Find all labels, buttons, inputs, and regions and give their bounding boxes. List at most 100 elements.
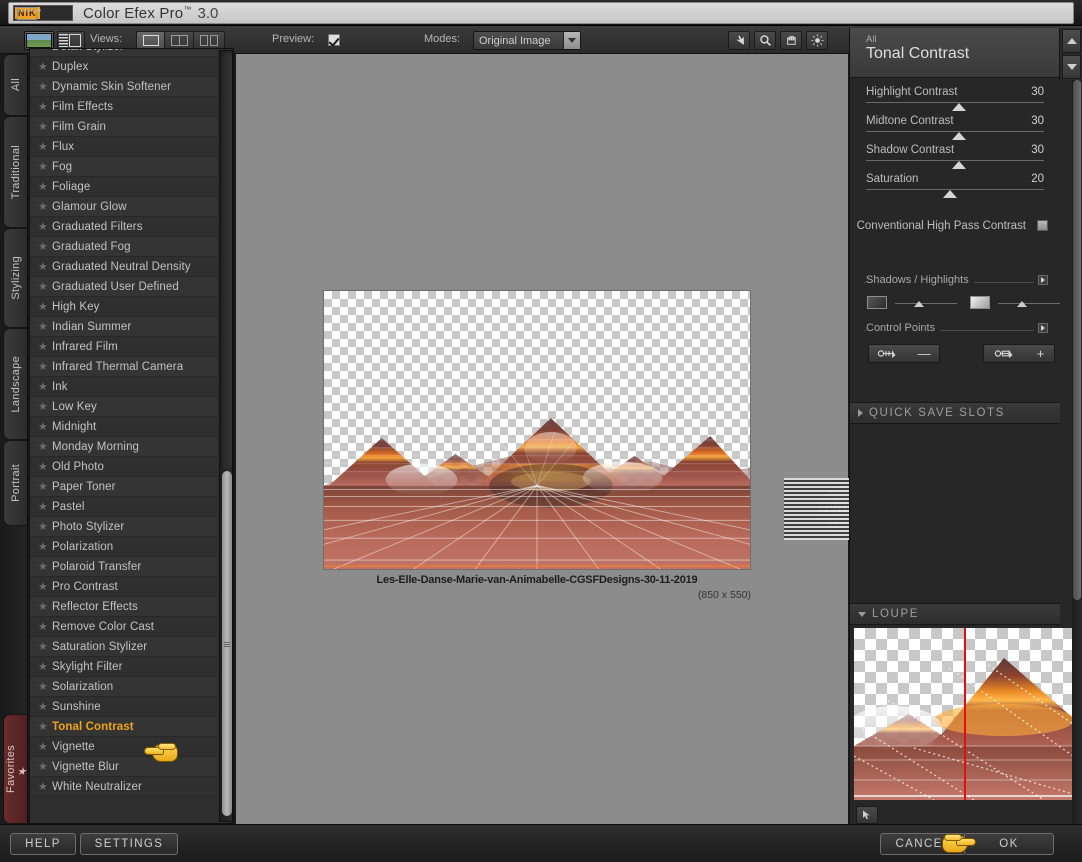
loupe-section-header[interactable]: LOUPE xyxy=(850,603,1060,625)
favorite-star-icon[interactable]: ★ xyxy=(38,560,52,573)
favorite-star-icon[interactable]: ★ xyxy=(38,660,52,673)
filter-list-item[interactable]: ★ Duplex xyxy=(30,57,217,77)
filter-list-item[interactable]: ★ Film Grain xyxy=(30,117,217,137)
shadows-slider-track[interactable] xyxy=(895,303,957,304)
pan-tool-button[interactable] xyxy=(780,31,802,50)
filter-list-item[interactable]: ★ Pastel xyxy=(30,497,217,517)
filter-list-item[interactable]: ★ Fog xyxy=(30,157,217,177)
filter-list-item[interactable]: ★ Graduated Fog xyxy=(30,237,217,257)
filter-list-item[interactable]: ★ Film Effects xyxy=(30,97,217,117)
rail-tab-stylizing[interactable]: Stylizing xyxy=(3,228,27,328)
favorite-star-icon[interactable]: ★ xyxy=(38,80,52,93)
filter-list-item[interactable]: ★ Indian Summer xyxy=(30,317,217,337)
favorite-star-icon[interactable]: ★ xyxy=(38,500,52,513)
favorite-star-icon[interactable]: ★ xyxy=(38,480,52,493)
filter-list-item[interactable]: ★ Sunshine xyxy=(30,697,217,717)
filter-list-item[interactable]: ★ Monday Morning xyxy=(30,437,217,457)
favorite-star-icon[interactable]: ★ xyxy=(38,340,52,353)
filter-list-item[interactable]: ★ Midnight xyxy=(30,417,217,437)
rail-tab-portrait[interactable]: Portrait xyxy=(3,440,27,526)
favorite-star-icon[interactable]: ★ xyxy=(38,420,52,433)
favorite-star-icon[interactable]: ★ xyxy=(38,360,52,373)
favorite-star-icon[interactable]: ★ xyxy=(38,280,52,293)
favorite-star-icon[interactable]: ★ xyxy=(38,260,52,273)
favorite-star-icon[interactable]: ★ xyxy=(38,760,52,773)
filter-list-item[interactable]: ★ Glamour Glow xyxy=(30,197,217,217)
favorite-star-icon[interactable]: ★ xyxy=(38,520,52,533)
filter-list-item[interactable]: ★ Polaroid Transfer xyxy=(30,557,217,577)
favorite-star-icon[interactable]: ★ xyxy=(38,220,52,233)
favorite-star-icon[interactable]: ★ xyxy=(38,580,52,593)
filter-list-item[interactable]: ★ Polarization xyxy=(30,537,217,557)
shadows-highlights-expand-button[interactable] xyxy=(1038,275,1048,285)
favorite-star-icon[interactable]: ★ xyxy=(38,440,52,453)
filter-list-item[interactable]: ★ Old Photo xyxy=(30,457,217,477)
zoom-tool-button[interactable] xyxy=(754,31,776,50)
filter-list-item[interactable]: ★ White Neutralizer xyxy=(30,777,217,797)
filter-list-item[interactable]: ★ Skylight Filter xyxy=(30,657,217,677)
favorite-star-icon[interactable]: ★ xyxy=(38,240,52,253)
favorite-star-icon[interactable]: ★ xyxy=(38,720,52,733)
panel-scrollbar-thumb[interactable] xyxy=(1073,80,1081,600)
shadows-slider-knob[interactable] xyxy=(914,301,924,307)
filter-list-item[interactable]: ★ Reflector Effects xyxy=(30,597,217,617)
view-mode-single-button[interactable] xyxy=(137,32,165,49)
filter-list-item[interactable]: ★ Low Key xyxy=(30,397,217,417)
favorite-star-icon[interactable]: ★ xyxy=(38,380,52,393)
favorite-star-icon[interactable]: ★ xyxy=(38,780,52,793)
favorite-star-icon[interactable]: ★ xyxy=(38,540,52,553)
remove-control-point-button[interactable]: — xyxy=(868,344,940,363)
favorite-star-icon[interactable]: ★ xyxy=(38,120,52,133)
filter-list-item[interactable]: ★ Infrared Thermal Camera xyxy=(30,357,217,377)
favorite-star-icon[interactable]: ★ xyxy=(38,620,52,633)
favorite-star-icon[interactable]: ★ xyxy=(38,100,52,113)
highlights-slider-track[interactable] xyxy=(998,303,1060,304)
filter-list-item[interactable]: ★ High Key xyxy=(30,297,217,317)
loupe-pin-button[interactable] xyxy=(856,806,878,824)
ok-button[interactable]: OK xyxy=(964,833,1054,855)
filter-list-scrollbar[interactable] xyxy=(219,50,233,822)
favorite-star-icon[interactable]: ★ xyxy=(38,160,52,173)
favorite-star-icon[interactable]: ★ xyxy=(38,49,52,53)
rail-tab-favorites[interactable]: Favorites ★ xyxy=(3,714,27,824)
filter-list-item[interactable]: ★ Vignette Blur xyxy=(30,757,217,777)
filter-list-item[interactable]: ★ Remove Color Cast xyxy=(30,617,217,637)
preview-checkbox[interactable] xyxy=(328,34,340,46)
next-filter-button[interactable] xyxy=(1062,55,1081,79)
favorite-star-icon[interactable]: ★ xyxy=(38,300,52,313)
filter-list-item[interactable]: ★ Saturation Stylizer xyxy=(30,637,217,657)
filter-list-item[interactable]: ★ Tonal Contrast xyxy=(30,717,217,737)
filter-list-item[interactable]: ★ Foliage xyxy=(30,177,217,197)
filter-list-item[interactable]: ★ Graduated Neutral Density xyxy=(30,257,217,277)
quick-save-slots-section[interactable]: QUICK SAVE SLOTS xyxy=(850,402,1060,424)
view-mode-split-button[interactable] xyxy=(165,32,194,49)
filter-list-item[interactable]: ★ Infrared Film xyxy=(30,337,217,357)
help-button[interactable]: HELP xyxy=(10,833,76,855)
filter-list-item[interactable]: ★ Paper Toner xyxy=(30,477,217,497)
view-mode-side-by-side-button[interactable] xyxy=(194,32,224,49)
favorite-star-icon[interactable]: ★ xyxy=(38,140,52,153)
loupe-preview[interactable] xyxy=(854,628,1073,800)
brightness-tool-button[interactable] xyxy=(806,31,828,50)
control-points-expand-button[interactable] xyxy=(1038,323,1048,333)
rail-tab-landscape[interactable]: Landscape xyxy=(3,328,27,440)
settings-button[interactable]: SETTINGS xyxy=(80,833,178,855)
favorite-star-icon[interactable]: ★ xyxy=(38,740,52,753)
rail-tab-traditional[interactable]: Traditional xyxy=(3,116,27,228)
filter-list-item[interactable]: ★ Photo Stylizer xyxy=(30,517,217,537)
filter-list-item[interactable]: ★ Pro Contrast xyxy=(30,577,217,597)
previous-filter-button[interactable] xyxy=(1062,29,1081,53)
panel-scrollbar[interactable] xyxy=(1072,80,1082,824)
modes-select[interactable]: Original Image xyxy=(473,31,581,50)
favorite-star-icon[interactable]: ★ xyxy=(38,180,52,193)
filter-list-item[interactable]: ★ Graduated User Defined xyxy=(30,277,217,297)
favorite-star-icon[interactable]: ★ xyxy=(38,700,52,713)
favorite-star-icon[interactable]: ★ xyxy=(38,400,52,413)
highlights-slider-knob[interactable] xyxy=(1017,301,1027,307)
favorite-star-icon[interactable]: ★ xyxy=(38,200,52,213)
scrollbar-track[interactable] xyxy=(222,53,232,469)
favorite-star-icon[interactable]: ★ xyxy=(38,460,52,473)
filter-list-item[interactable]: ★ Flux xyxy=(30,137,217,157)
image-canvas[interactable]: Les-Elle-Danse-Marie-van-Animabelle-CGSF… xyxy=(236,54,920,824)
favorite-star-icon[interactable]: ★ xyxy=(38,640,52,653)
